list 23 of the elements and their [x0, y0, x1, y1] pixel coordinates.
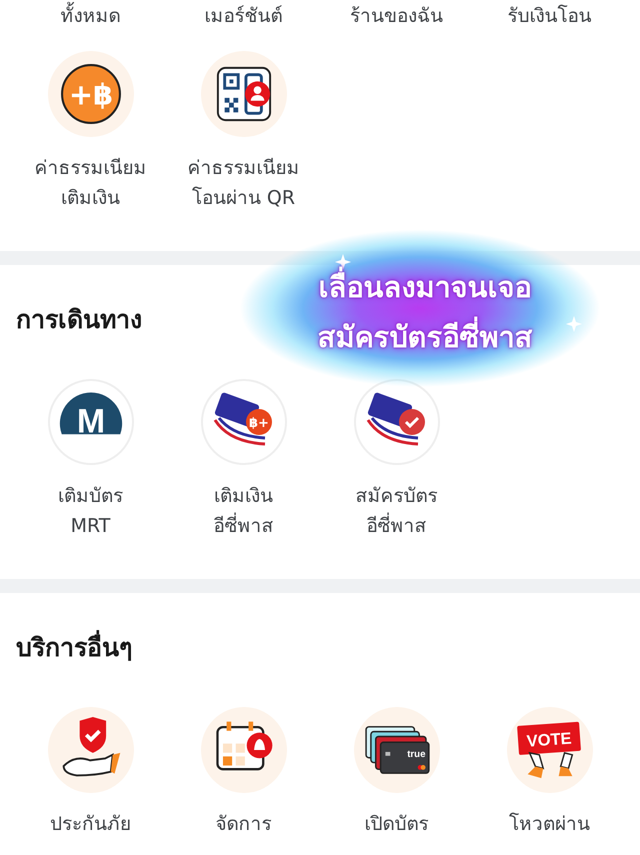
service-label[interactable]: ร้านของฉัน	[350, 1, 443, 31]
service-button[interactable]: M	[48, 379, 134, 465]
service-label[interactable]: เปิดบัตร	[364, 809, 428, 839]
service-button[interactable]: VOTE	[506, 707, 592, 793]
service-label[interactable]: ทั้งหมด	[60, 1, 120, 31]
service-label[interactable]: ค่าธรรมเนียม โอนผ่าน QR	[188, 153, 300, 213]
service-label[interactable]: จัดการ	[216, 809, 272, 839]
service-label[interactable]: สมัครบัตร อีซี่พาส	[356, 481, 438, 541]
service-label[interactable]: เมอร์ชันต์	[204, 1, 282, 31]
service-label[interactable]: โหวตผ่าน	[509, 809, 590, 839]
service-label[interactable]: เติมเงิน อีซี่พาส	[214, 481, 274, 541]
overlay-caption: เลื่อนลงมาจนเจอ สมัครบัตรอีซี่พาส	[290, 262, 560, 362]
section-title: การเดินทาง	[16, 304, 142, 336]
service-label[interactable]: ประกันภัย	[50, 809, 131, 839]
sparkle-icon	[566, 316, 582, 332]
service-label[interactable]: เติมบัตร MRT	[58, 481, 123, 541]
service-button[interactable]: ฿+	[200, 379, 286, 465]
qr-code-icon	[214, 65, 272, 123]
service-button[interactable]: true	[354, 707, 440, 793]
service-label[interactable]: รับเงินโอน	[508, 1, 592, 31]
section-title: บริการอื่นๆ	[16, 631, 132, 665]
service-label[interactable]: ค่าธรรมเนียม เติมเงิน	[34, 153, 146, 213]
baht-coin-icon: +฿	[60, 63, 122, 125]
